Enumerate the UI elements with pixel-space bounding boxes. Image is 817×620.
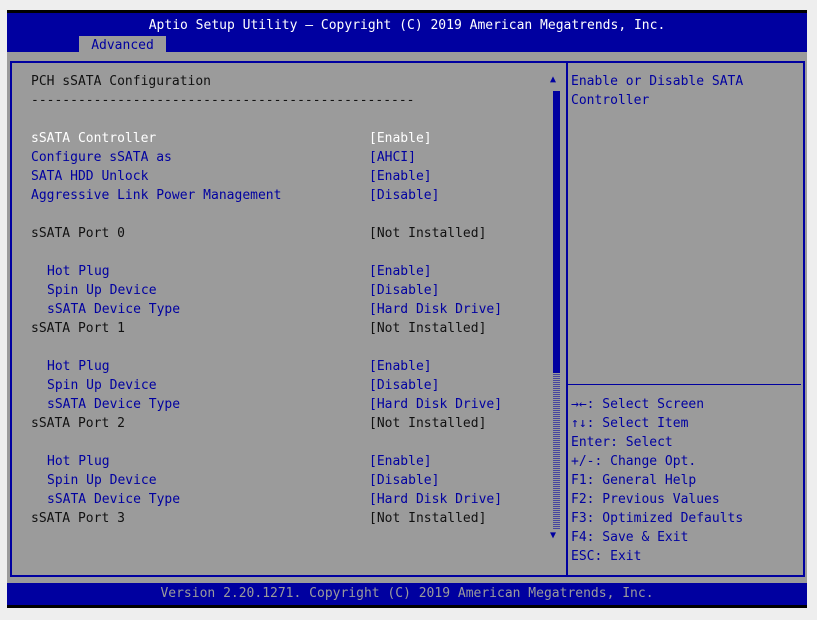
help-text: Enable or Disable SATA: [571, 74, 744, 89]
help-separator: [568, 384, 801, 385]
key-hint: Enter: Select: [571, 435, 673, 450]
help-text: Controller: [571, 93, 650, 108]
port-label: sSATA Port 1: [31, 321, 125, 336]
setting-value[interactable]: [Enable]: [369, 452, 432, 471]
scroll-up-arrow-icon[interactable]: ▲: [550, 75, 556, 85]
panel-divider: [566, 63, 568, 575]
setting-value[interactable]: [Enable]: [369, 262, 432, 281]
setting-label[interactable]: Aggressive Link Power Management: [31, 186, 281, 205]
key-hint: F1: General Help: [571, 473, 697, 488]
bios-screen: Aptio Setup Utility – Copyright (C) 2019…: [7, 10, 807, 608]
setting-label[interactable]: sSATA Controller: [31, 129, 156, 148]
setting-label[interactable]: sSATA Device Type: [47, 395, 180, 414]
port-status: [Not Installed]: [369, 226, 487, 241]
setting-label[interactable]: Spin Up Device: [47, 281, 157, 300]
setting-value[interactable]: [Hard Disk Drive]: [369, 300, 502, 319]
port-status: [Not Installed]: [369, 416, 487, 431]
setting-label[interactable]: Hot Plug: [47, 357, 110, 376]
setting-value[interactable]: [Disable]: [369, 281, 439, 300]
setting-label[interactable]: Hot Plug: [47, 262, 110, 281]
setting-label[interactable]: Spin Up Device: [47, 376, 157, 395]
key-hint: ↑↓: Select Item: [571, 416, 689, 431]
tab-advanced[interactable]: Advanced: [79, 36, 166, 55]
setting-value[interactable]: [Disable]: [369, 186, 439, 205]
setting-value[interactable]: [Enable]: [369, 167, 432, 186]
setting-value[interactable]: [AHCI]: [369, 148, 416, 167]
key-hint: +/-: Change Opt.: [571, 454, 697, 469]
setting-label[interactable]: sSATA Device Type: [47, 490, 180, 509]
footer-version: Version 2.20.1271. Copyright (C) 2019 Am…: [7, 583, 807, 605]
port-label: sSATA Port 2: [31, 416, 125, 431]
port-status: [Not Installed]: [369, 321, 487, 336]
scroll-down-arrow-icon[interactable]: ▼: [550, 531, 556, 541]
header-bar: Aptio Setup Utility – Copyright (C) 2019…: [7, 13, 807, 55]
scrollbar-track[interactable]: [553, 373, 560, 529]
setting-label[interactable]: sSATA Device Type: [47, 300, 180, 319]
setting-label[interactable]: SATA HDD Unlock: [31, 167, 148, 186]
port-label: sSATA Port 3: [31, 511, 125, 526]
port-label: sSATA Port 0: [31, 226, 125, 241]
scrollbar-thumb[interactable]: [553, 91, 560, 373]
setting-label[interactable]: Hot Plug: [47, 452, 110, 471]
key-hint: →←: Select Screen: [571, 397, 705, 412]
main-frame: PCH sSATA Configuration ----------------…: [10, 61, 805, 577]
key-hint: ESC: Exit: [571, 549, 642, 564]
setting-value[interactable]: [Hard Disk Drive]: [369, 395, 502, 414]
key-hint: F2: Previous Values: [571, 492, 720, 507]
app-title: Aptio Setup Utility – Copyright (C) 2019…: [148, 18, 666, 33]
setting-value[interactable]: [Disable]: [369, 376, 439, 395]
setting-value[interactable]: [Hard Disk Drive]: [369, 490, 502, 509]
key-hint: F4: Save & Exit: [571, 530, 689, 545]
bottom-border: [7, 605, 807, 608]
separator: ----------------------------------------…: [31, 93, 415, 108]
key-hint: F3: Optimized Defaults: [571, 511, 744, 526]
setting-label[interactable]: Configure sSATA as: [31, 148, 172, 167]
setting-value[interactable]: [Disable]: [369, 471, 439, 490]
setting-value[interactable]: [Enable]: [369, 357, 432, 376]
port-status: [Not Installed]: [369, 511, 487, 526]
setting-value[interactable]: [Enable]: [369, 129, 432, 148]
page-title: PCH sSATA Configuration: [31, 74, 212, 89]
setting-label[interactable]: Spin Up Device: [47, 471, 157, 490]
